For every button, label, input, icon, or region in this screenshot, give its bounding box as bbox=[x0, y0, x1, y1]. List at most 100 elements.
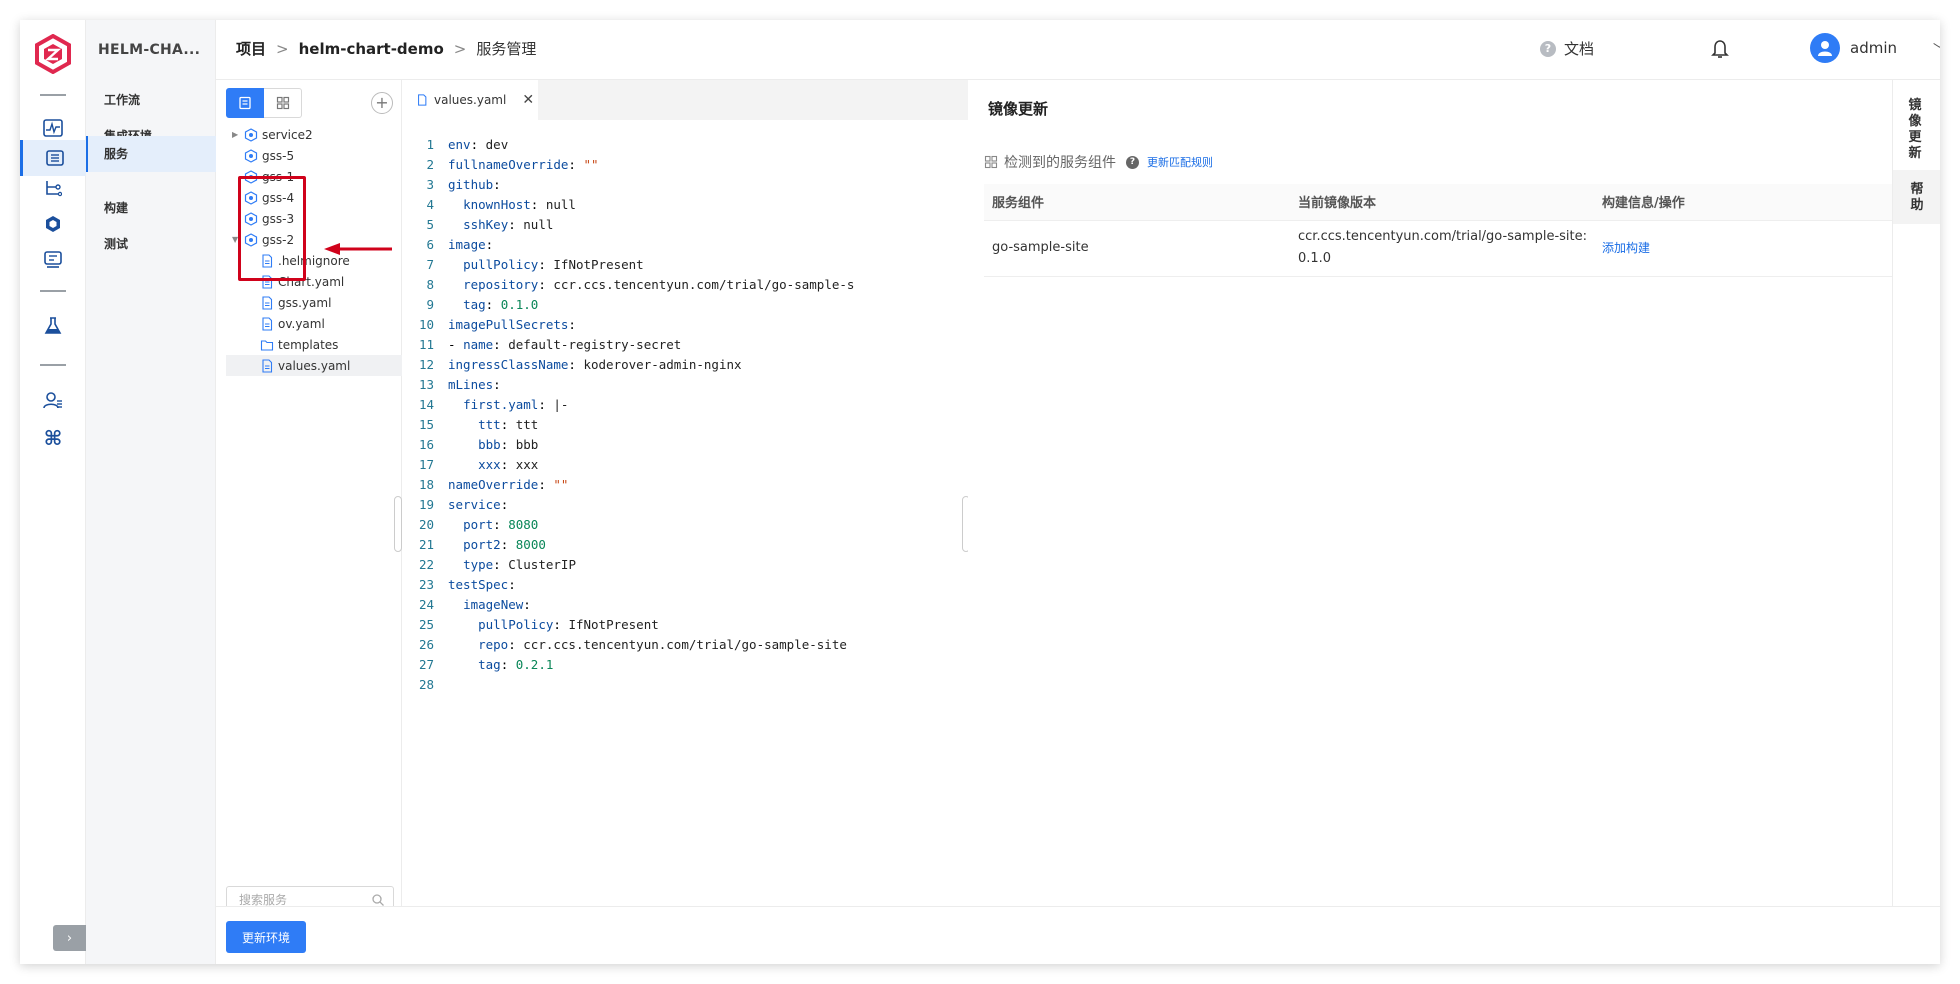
code-line: 17 xxx: xxx bbox=[418, 457, 539, 472]
code-line: 16 bbb: bbb bbox=[418, 437, 539, 452]
pipeline-tree-icon[interactable] bbox=[37, 174, 69, 202]
detected-label: 检测到的服务组件 bbox=[1004, 155, 1116, 171]
breadcrumb-separator: > bbox=[453, 39, 467, 58]
code-line: 21 port2: 8000 bbox=[418, 537, 546, 552]
panel-title: 镜像更新 bbox=[988, 100, 1049, 118]
tree-node-label: gss.yaml bbox=[278, 295, 332, 310]
tree-node-label: values.yaml bbox=[278, 358, 351, 373]
close-icon[interactable]: ✕ bbox=[522, 92, 534, 108]
add-service-button[interactable]: + bbox=[371, 92, 393, 114]
command-icon[interactable]: ⌘ bbox=[37, 424, 69, 452]
user-name: admin bbox=[1850, 39, 1897, 57]
rail-divider bbox=[40, 94, 66, 96]
annotation-highlight-box bbox=[238, 176, 306, 281]
file-icon bbox=[262, 316, 273, 331]
subnav-item-service[interactable]: 服务 bbox=[86, 136, 216, 172]
app-window: ⌘ › HELM-CHA... 工作流 集成环境 服务 构建 测试 项目 > h… bbox=[20, 20, 1940, 964]
editor-tabbar: values.yaml ✕ bbox=[402, 80, 968, 120]
bell-icon[interactable] bbox=[1710, 38, 1730, 60]
avatar bbox=[1810, 33, 1840, 63]
tree-node-folder[interactable]: templates bbox=[226, 334, 402, 355]
tab-values-yaml[interactable]: values.yaml ✕ bbox=[402, 80, 538, 120]
folder-icon bbox=[260, 339, 274, 351]
top-header: 项目 > helm-chart-demo > 服务管理 ? 文档 admin ﹀ bbox=[216, 20, 1940, 80]
rail-divider bbox=[40, 290, 66, 292]
project-name: HELM-CHA... bbox=[98, 42, 201, 58]
code-line: 13 mLines: bbox=[418, 377, 501, 392]
tab-image-update[interactable]: 镜像更新 bbox=[1893, 80, 1937, 170]
search-placeholder: 搜索服务 bbox=[239, 893, 288, 907]
code-line: 12 ingressClassName: koderover-admin-ngin… bbox=[418, 357, 742, 372]
tree-node-service[interactable]: ▶ service2 bbox=[226, 124, 402, 145]
grid-view-button[interactable] bbox=[264, 88, 302, 118]
code-line: 14 first.yaml: |- bbox=[418, 397, 569, 412]
update-environment-button[interactable]: 更新环境 bbox=[226, 921, 306, 953]
activity-icon[interactable] bbox=[37, 114, 69, 142]
yaml-editor: values.yaml ✕ 1 env: dev 2 fullnameOverrid… bbox=[402, 80, 970, 906]
tree-node-label: ov.yaml bbox=[278, 316, 325, 331]
image-version: ccr.ccs.tencentyun.com/trial/go-sample-s… bbox=[1290, 220, 1594, 277]
code-line: 4 knownHost: null bbox=[426, 197, 576, 212]
code-line: 25 pullPolicy: IfNotPresent bbox=[418, 617, 659, 632]
code-line: 23 testSpec: bbox=[418, 577, 516, 592]
footer-bar: 更新环境 bbox=[216, 906, 1940, 964]
tree-node-label: service2 bbox=[262, 127, 313, 142]
breadcrumb-current: 服务管理 bbox=[476, 40, 537, 58]
rail-divider bbox=[40, 364, 66, 366]
help-circle-icon: ? bbox=[1540, 40, 1556, 57]
expand-sidebar-button[interactable]: › bbox=[53, 925, 86, 951]
service-icon bbox=[244, 127, 258, 142]
column-header: 服务组件 bbox=[984, 184, 1290, 221]
panel-resize-handle[interactable] bbox=[394, 496, 402, 552]
code-area[interactable]: 1 env: dev 2 fullnameOverride: "" 3 github:… bbox=[402, 135, 968, 695]
table-header-row: 服务组件 当前镜像版本 构建信息/操作 bbox=[984, 184, 1896, 221]
user-menu[interactable]: admin ﹀ bbox=[1810, 33, 1940, 63]
list-view-button[interactable] bbox=[226, 88, 264, 118]
column-header: 构建信息/操作 bbox=[1594, 184, 1896, 221]
file-icon bbox=[418, 94, 427, 106]
help-circle-icon[interactable]: ? bbox=[1126, 155, 1139, 169]
user-manage-icon[interactable] bbox=[37, 386, 69, 414]
expand-arrow-icon[interactable]: ▶ bbox=[232, 130, 242, 139]
tree-node-label: gss-5 bbox=[262, 148, 295, 163]
tree-node-file[interactable]: gss.yaml bbox=[226, 292, 402, 313]
code-line: 26 repo: ccr.ccs.tencentyun.com/trial/go… bbox=[418, 637, 847, 652]
code-line: 7 pullPolicy: IfNotPresent bbox=[426, 257, 644, 272]
subnav-item-test[interactable]: 测试 bbox=[86, 222, 216, 266]
code-line: 5 sshKey: null bbox=[426, 217, 554, 232]
code-line: 24 imageNew: bbox=[418, 597, 531, 612]
tree-node-file[interactable]: ov.yaml bbox=[226, 313, 402, 334]
cube-icon[interactable] bbox=[37, 210, 69, 238]
breadcrumb-separator: > bbox=[276, 39, 289, 58]
file-icon bbox=[262, 295, 273, 310]
grid-icon bbox=[984, 155, 998, 169]
add-build-link[interactable]: 添加构建 bbox=[1602, 241, 1650, 255]
code-line: 18 nameOverride: "" bbox=[418, 477, 569, 492]
tree-node-service[interactable]: gss-5 bbox=[226, 145, 402, 166]
image-update-panel: 镜像更新 检测到的服务组件 ? 更新匹配规则 服务组件 当前镜像版本 构建信息/… bbox=[968, 80, 1912, 906]
code-line: 3 github: bbox=[426, 177, 501, 192]
code-line: 20 port: 8080 bbox=[418, 517, 539, 532]
service-icon bbox=[244, 148, 258, 163]
code-line: 8 repository: ccr.ccs.tencentyun.com/tri… bbox=[426, 277, 855, 292]
code-line: 22 type: ClusterIP bbox=[418, 557, 576, 572]
flask-icon[interactable] bbox=[37, 312, 69, 340]
monitor-icon[interactable] bbox=[37, 246, 69, 274]
zadig-logo-icon[interactable] bbox=[34, 34, 72, 74]
project-subnav: HELM-CHA... 工作流 集成环境 服务 构建 测试 bbox=[86, 20, 216, 964]
code-line: 9 tag: 0.1.0 bbox=[426, 297, 539, 312]
column-header: 当前镜像版本 bbox=[1290, 184, 1594, 221]
update-match-rule-link[interactable]: 更新匹配规则 bbox=[1147, 154, 1213, 170]
docs-link[interactable]: ? 文档 bbox=[1540, 38, 1594, 59]
view-toggle bbox=[226, 88, 302, 118]
breadcrumb: 项目 > helm-chart-demo > 服务管理 bbox=[236, 38, 536, 59]
service-list-icon[interactable] bbox=[20, 140, 86, 176]
tree-node-file-selected[interactable]: values.yaml bbox=[226, 355, 402, 376]
breadcrumb-root[interactable]: 项目 bbox=[236, 38, 266, 59]
code-line: 27 tag: 0.2.1 bbox=[418, 657, 554, 672]
tab-help[interactable]: 帮助 bbox=[1893, 170, 1940, 224]
build-action-cell: 添加构建 bbox=[1594, 220, 1896, 277]
annotation-arrow-icon bbox=[324, 243, 392, 255]
breadcrumb-project[interactable]: helm-chart-demo bbox=[299, 40, 444, 58]
service-tree-panel: + ▶ service2 gss-5 gss-1 gss-4 gss-3 ▼ g… bbox=[216, 80, 402, 914]
